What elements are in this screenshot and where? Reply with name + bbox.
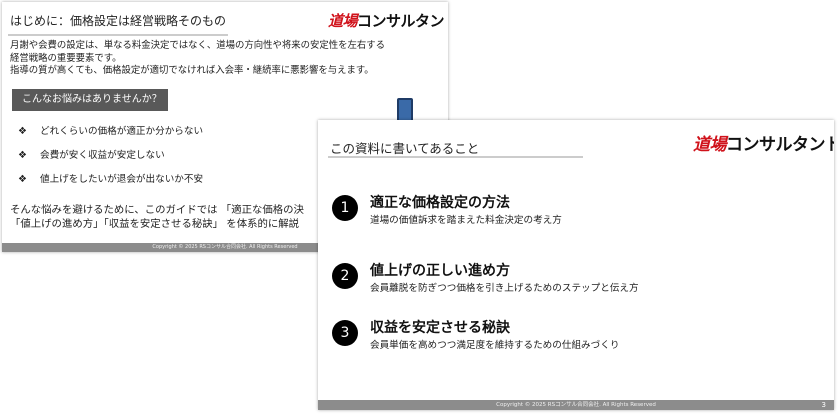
- number-badge: 1: [332, 195, 358, 221]
- item-description: 会員単価を高めつつ満足度を維持するための仕組みづくり: [370, 340, 620, 351]
- brand-logo: 道場コンサルタント: [328, 10, 448, 31]
- intro-line: 指導の質が高くても、価格設定が適切でなければ入会率・継続率に悪影響を与えます。: [10, 65, 374, 76]
- diamond-bullet-icon: ❖: [18, 126, 27, 137]
- item-heading: 収益を安定させる秘訣: [370, 320, 510, 336]
- page-number: 3: [821, 401, 826, 409]
- worry-text: 値上げをしたいが退会が出ないか不安: [40, 174, 204, 185]
- worry-item: ❖ どれくらいの価格が適正か分からない: [18, 123, 203, 137]
- item-description: 道場の価値訴求を踏まえた料金決定の考え方: [370, 215, 562, 226]
- diamond-bullet-icon: ❖: [18, 174, 27, 185]
- intro-line: 経営戦略の重要要素です。: [10, 52, 122, 64]
- number-badge: 3: [332, 320, 358, 346]
- item-heading: 値上げの正しい進め方: [370, 263, 510, 279]
- number-badge: 2: [332, 263, 358, 289]
- title-underline: [328, 156, 583, 158]
- worries-heading-box: こんなお悩みはありませんか？: [12, 89, 168, 111]
- front-slide: この資料に書いてあること 道場コンサルタント 1 適正な価格設定の方法 道場の価…: [318, 120, 834, 410]
- worry-text: 会費が安く収益が安定しない: [40, 150, 165, 161]
- slide-title: この資料に書いてあること: [330, 141, 480, 156]
- intro-paragraph: 月謝や会費の設定は、単なる料金決定ではなく、道場の方向性や将来の安定性を左右する…: [10, 40, 440, 78]
- worry-item: ❖ 会費が安く収益が安定しない: [18, 147, 165, 161]
- slide-title: はじめに：価格設定は経営戦略そのもの: [10, 14, 227, 28]
- brand-logo: 道場コンサルタント: [693, 130, 834, 155]
- diamond-bullet-icon: ❖: [18, 150, 27, 161]
- brand-logo-black: コンサルタント: [726, 135, 834, 155]
- slide-footer: Copyright © 2025 RSコンサル合同会社. All Rights …: [318, 400, 834, 410]
- title-underline: [8, 34, 228, 36]
- brand-logo-red: 道場: [693, 135, 727, 155]
- item-description: 会員離脱を防ぎつつ価格を引き上げるためのステップと伝え方: [370, 283, 639, 294]
- worry-item: ❖ 値上げをしたいが退会が出ないか不安: [18, 171, 203, 185]
- intro-line: 月謝や会費の設定は、単なる料金決定ではなく、道場の方向性や将来の安定性を左右する: [10, 40, 386, 51]
- worry-text: どれくらいの価格が適正か分からない: [40, 126, 204, 137]
- brand-logo-black: コンサルタント: [357, 12, 448, 30]
- brand-logo-red: 道場: [328, 12, 358, 30]
- item-heading: 適正な価格設定の方法: [370, 195, 510, 211]
